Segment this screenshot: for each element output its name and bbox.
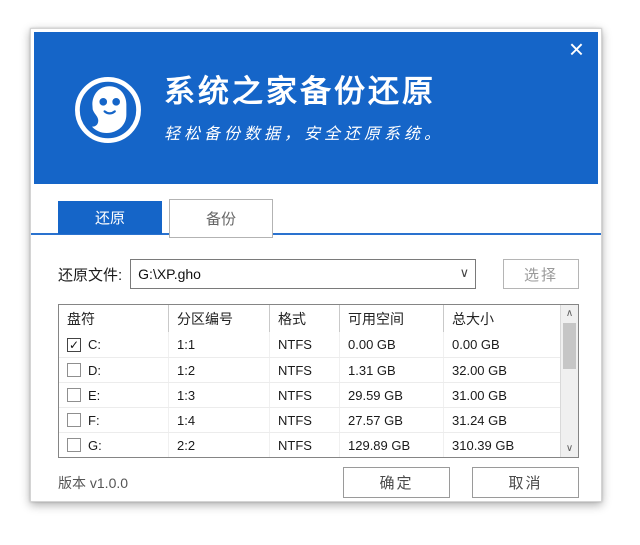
table-scrollbar[interactable]: ∧ ∨: [560, 305, 578, 457]
scrollbar-track[interactable]: [561, 369, 578, 440]
cell-total: 0.00 GB: [444, 332, 560, 357]
cell-free: 129.89 GB: [340, 433, 444, 457]
cell-free: 29.59 GB: [340, 383, 444, 407]
restore-file-value: G:\XP.gho: [138, 266, 201, 282]
cell-format: NTFS: [270, 433, 340, 457]
cell-free: 1.31 GB: [340, 358, 444, 382]
cell-drive: G:: [88, 438, 102, 453]
table-row[interactable]: E: 1:3 NTFS 29.59 GB 31.00 GB: [59, 382, 560, 407]
ghost-logo-icon: [74, 76, 142, 144]
cell-partition: 1:3: [169, 383, 270, 407]
cell-format: NTFS: [270, 408, 340, 432]
cell-partition: 2:2: [169, 433, 270, 457]
cell-partition: 1:1: [169, 332, 270, 357]
app-window: × 系统之家备份还原 轻松备份数据，安全还原系统。 还原 备份 还原文件: G:…: [30, 28, 602, 502]
restore-file-row: 还原文件: G:\XP.gho ∨ 选择: [58, 259, 579, 289]
col-header-free: 可用空间: [340, 305, 444, 332]
select-file-button[interactable]: 选择: [503, 259, 579, 289]
tab-backup[interactable]: 备份: [169, 199, 273, 238]
cell-partition: 1:4: [169, 408, 270, 432]
partition-table-body: 盘符 分区编号 格式 可用空间 总大小 ✓ C: 1:1 NTFS 0.00 G…: [59, 305, 560, 457]
restore-file-combobox[interactable]: G:\XP.gho ∨: [130, 259, 476, 289]
table-row[interactable]: F: 1:4 NTFS 27.57 GB 31.24 GB: [59, 407, 560, 432]
app-header: × 系统之家备份还原 轻松备份数据，安全还原系统。: [34, 32, 598, 184]
partition-table: 盘符 分区编号 格式 可用空间 总大小 ✓ C: 1:1 NTFS 0.00 G…: [58, 304, 579, 458]
table-row[interactable]: ✓ C: 1:1 NTFS 0.00 GB 0.00 GB: [59, 332, 560, 357]
cell-drive: D:: [88, 363, 101, 378]
cell-drive: C:: [88, 337, 101, 352]
cell-free: 0.00 GB: [340, 332, 444, 357]
cell-partition: 1:2: [169, 358, 270, 382]
cell-free: 27.57 GB: [340, 408, 444, 432]
row-checkbox[interactable]: ✓: [67, 338, 81, 352]
footer-bar: 版本 v1.0.0 确定 取消: [58, 467, 579, 498]
cell-format: NTFS: [270, 383, 340, 407]
table-header-row: 盘符 分区编号 格式 可用空间 总大小: [59, 305, 560, 332]
tab-strip: 还原 备份: [34, 201, 598, 239]
col-header-partition: 分区编号: [169, 305, 270, 332]
ok-button[interactable]: 确定: [343, 467, 450, 498]
col-header-drive: 盘符: [59, 305, 169, 332]
cell-drive: E:: [88, 388, 100, 403]
cell-format: NTFS: [270, 358, 340, 382]
close-icon[interactable]: ×: [569, 36, 584, 62]
cell-format: NTFS: [270, 332, 340, 357]
scroll-down-icon[interactable]: ∨: [561, 440, 578, 457]
cell-total: 310.39 GB: [444, 433, 560, 457]
cancel-button[interactable]: 取消: [472, 467, 579, 498]
col-header-format: 格式: [270, 305, 340, 332]
scroll-up-icon[interactable]: ∧: [561, 305, 578, 322]
chevron-down-icon[interactable]: ∨: [460, 265, 470, 281]
cell-total: 31.24 GB: [444, 408, 560, 432]
restore-file-label: 还原文件:: [58, 264, 122, 285]
cell-total: 32.00 GB: [444, 358, 560, 382]
row-checkbox[interactable]: [67, 413, 81, 427]
table-row[interactable]: G: 2:2 NTFS 129.89 GB 310.39 GB: [59, 432, 560, 457]
app-subtitle: 轻松备份数据，安全还原系统。: [164, 120, 444, 144]
cell-drive: F:: [88, 413, 100, 428]
table-row[interactable]: D: 1:2 NTFS 1.31 GB 32.00 GB: [59, 357, 560, 382]
header-text: 系统之家备份还原 轻松备份数据，安全还原系统。: [164, 75, 444, 144]
cell-total: 31.00 GB: [444, 383, 560, 407]
scrollbar-thumb[interactable]: [563, 323, 576, 369]
row-checkbox[interactable]: [67, 363, 81, 377]
app-title: 系统之家备份还原: [164, 75, 444, 109]
version-label: 版本 v1.0.0: [58, 473, 128, 493]
row-checkbox[interactable]: [67, 388, 81, 402]
row-checkbox[interactable]: [67, 438, 81, 452]
tab-restore[interactable]: 还原: [58, 201, 162, 234]
col-header-total: 总大小: [444, 305, 560, 332]
